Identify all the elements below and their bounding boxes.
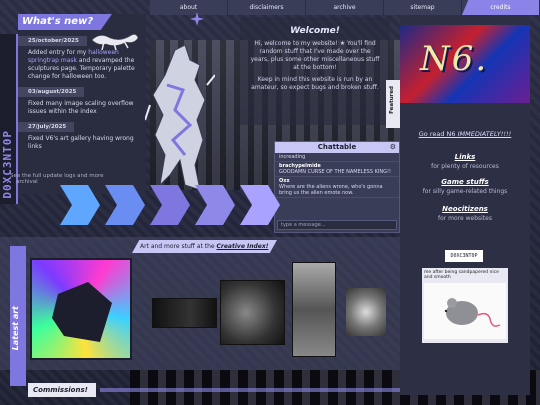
chevron-arrows-decoration (60, 185, 280, 225)
neocitizens-desc: for more websites (438, 215, 492, 222)
links-link[interactable]: Links (400, 153, 530, 161)
update-date: 27/july/2025 (18, 122, 75, 132)
gallery-thumbnail[interactable] (220, 280, 285, 345)
links-section: Links for plenty of resources (400, 153, 530, 170)
nav-disclaimers[interactable]: disclaimers (228, 0, 306, 15)
right-sidebar: N6. Go read N6 IMMEDIATELY!!!! Links for… (400, 15, 530, 395)
gear-icon[interactable]: ⚙ (390, 142, 396, 153)
sparkle-icon (190, 12, 204, 26)
lizard-sketch-icon (91, 34, 139, 51)
site-logo-text: D0XC3NT0P (1, 130, 14, 199)
chat-message: brachypelmide GOODAMN CURSE OF THE NAMEL… (275, 162, 399, 177)
chatbox-title: Chattable (317, 143, 357, 151)
update-text: Fixed many image scaling overflow issues… (28, 100, 134, 115)
game-stuffs-section: Game stuffs for silly game-related thing… (400, 178, 530, 195)
chat-message-input[interactable]: type a message... (277, 220, 397, 230)
update-entry: 27/july/2025 Fixed V6's art gallery havi… (18, 122, 146, 151)
neocitizens-link[interactable]: Neocitizens (400, 205, 530, 213)
n6-banner-text: N6. (420, 39, 489, 79)
welcome-note: Keep in mind this website is run by an a… (251, 76, 379, 91)
welcome-title: Welcome! (290, 26, 340, 36)
game-stuffs-link[interactable]: Game stuffs (400, 178, 530, 186)
nav-about[interactable]: about (150, 0, 228, 15)
gallery-thumbnail[interactable] (152, 298, 217, 328)
neocitizens-section: Neocitizens for more websites (400, 205, 530, 222)
latest-art-tab: Latest art (10, 246, 26, 386)
creative-index-banner: Art and more stuff at the Creative Index… (132, 240, 277, 253)
latest-art-image[interactable] (30, 258, 132, 360)
chatbox-widget: Chattable ⚙ increading brachypelmide GOO… (274, 141, 400, 233)
welcome-text: Hi, welcome to my website! ★ You'll find… (250, 40, 380, 71)
commissions-link[interactable]: Commissions! (28, 383, 96, 397)
character-art-image (145, 45, 215, 191)
top-nav: about disclaimers archive sitemap credit… (150, 0, 540, 15)
featured-label: Featured (389, 86, 395, 114)
update-text: Fixed V6's art gallery having wrong link… (28, 135, 134, 150)
post-image (424, 283, 506, 339)
latest-art-label: Latest art (11, 306, 20, 351)
mouse-toy-icon (444, 298, 501, 327)
links-desc: for plenty of resources (431, 163, 499, 170)
update-entry: 03/august/2025 Fixed many image scaling … (18, 87, 146, 116)
divider-line (100, 388, 400, 392)
featured-tab: Featured (386, 80, 400, 128)
n6-banner-image[interactable]: N6. (400, 25, 530, 103)
chat-message: Oxx Where are the aliens wrone, who's go… (275, 177, 399, 198)
embedded-post: me after being sandpapered nice and smoo… (422, 268, 508, 343)
chat-message: increading (275, 153, 399, 162)
gallery-thumbnail[interactable] (292, 262, 336, 357)
nav-credits[interactable]: credits (462, 0, 540, 15)
site-button-badge[interactable]: D0XC3NT0P (445, 250, 483, 262)
nav-sitemap[interactable]: sitemap (384, 0, 462, 15)
update-date: 03/august/2025 (18, 87, 85, 97)
chatbox-header: Chattable ⚙ (275, 142, 399, 153)
post-text: me after being sandpapered nice and smoo… (424, 270, 499, 280)
update-date: 25/october/2025 (18, 36, 87, 46)
creative-index-link[interactable]: Creative Index! (217, 243, 269, 250)
gallery-thumbnail[interactable] (346, 288, 386, 336)
game-stuffs-desc: for silly game-related things (422, 188, 508, 195)
welcome-panel: Welcome! Hi, welcome to my website! ★ Yo… (240, 17, 390, 125)
nav-archive[interactable]: archive (306, 0, 384, 15)
read-n6-link[interactable]: Go read N6 IMMEDIATELY!!!! (400, 130, 530, 138)
